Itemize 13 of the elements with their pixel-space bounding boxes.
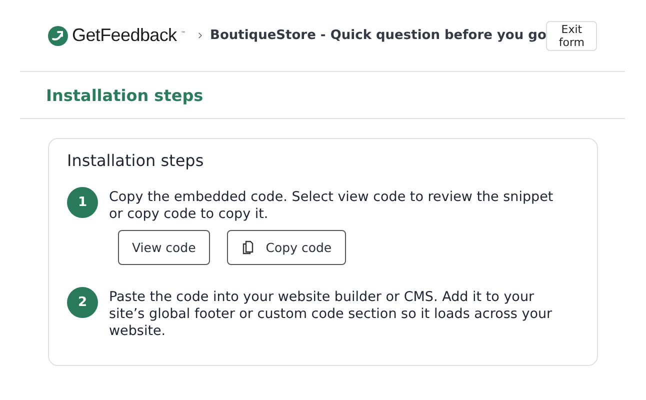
copy-code-button[interactable]: Copy code [226, 230, 346, 265]
card-title: Installation steps [67, 151, 205, 170]
view-code-button[interactable]: View code [118, 230, 210, 265]
form-title: BoutiqueStore - Quick question before you go [210, 28, 546, 43]
step-text: Paste the code into your website builder or CMS. Add it to your site’s global footer or custom code section so it loads across your website. [109, 289, 554, 340]
step-number: 2 [67, 287, 98, 318]
logo-icon [48, 26, 68, 46]
exit-form-button[interactable]: Exit form [546, 20, 597, 50]
copy-icon [240, 240, 256, 255]
brand-name: GetFeedback [72, 25, 177, 46]
step-text: Copy the embedded code. Select view code to review the snippet or copy code to copy it. [109, 189, 554, 223]
step-number: 1 [67, 187, 98, 218]
section-title: Installation steps [46, 86, 204, 104]
